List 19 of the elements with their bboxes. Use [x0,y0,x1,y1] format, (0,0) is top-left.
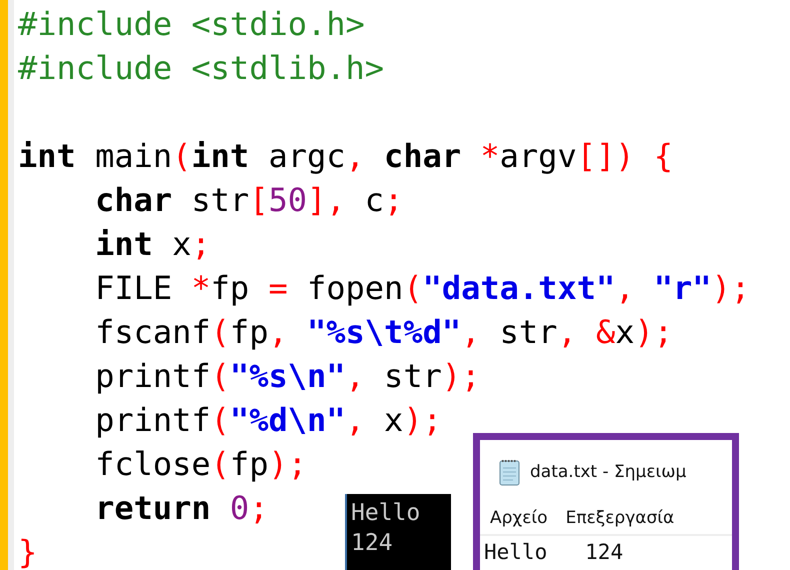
code-line: } [18,532,38,570]
console-line: 124 [351,529,393,558]
code-line: #include <stdio.h> [18,4,365,45]
window-title: data.txt - Σημειωμ [530,462,686,482]
code-line: fclose(fp); [94,444,307,485]
text-content: Hello 124 [483,539,624,564]
code-line: #include <stdlib.h> [18,48,384,89]
code-line: char str[50], c; [94,180,404,221]
code-line: fscanf(fp, "%s\t%d", str, &x); [94,312,674,353]
code-line: int main(int argc, char *argv[]) { [18,136,674,177]
notepad-icon [498,458,522,486]
menu-item[interactable]: Αρχείο [490,508,548,528]
code-line: printf("%s\n", str); [94,356,480,397]
code-line: FILE *fp = fopen("data.txt", "r"); [94,268,750,309]
menu-item[interactable]: Επεξεργασία [566,508,674,528]
code-line: return 0; [94,488,268,529]
console-line: Hello [351,499,420,528]
code-line: printf("%d\n", x); [94,400,442,441]
code-line: int x; [94,224,211,265]
